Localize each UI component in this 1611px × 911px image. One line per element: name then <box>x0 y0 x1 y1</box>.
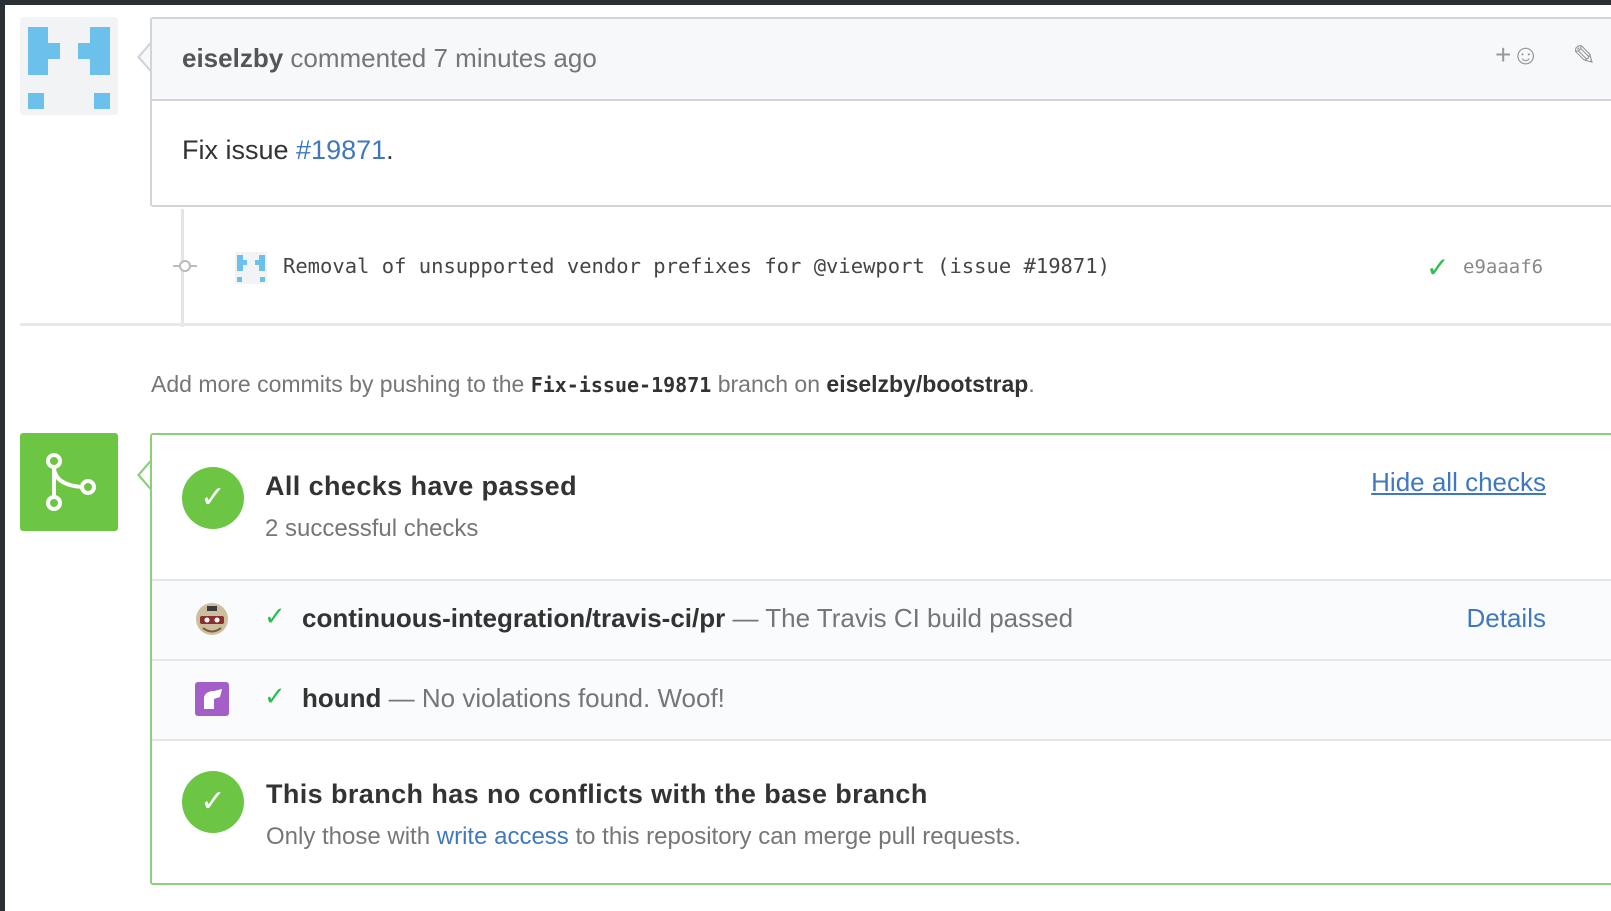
add-reaction-icon[interactable]: +☺ <box>1495 39 1540 71</box>
merge-box: ✓ All checks have passed 2 successful ch… <box>150 433 1611 885</box>
checks-subtitle: 2 successful checks <box>265 515 479 542</box>
status-separator: — <box>725 603 766 633</box>
status-context: hound <box>302 683 382 713</box>
branch-name: Fix-issue-19871 <box>530 373 712 397</box>
status-check-text: continuous-integration/travis-ci/pr — Th… <box>302 603 1073 634</box>
comment-author[interactable]: eiselzby <box>182 43 283 73</box>
travis-ci-icon <box>196 603 228 635</box>
check-icon: ✓ <box>264 681 286 711</box>
hound-icon <box>195 682 229 716</box>
push-note-middle: branch on <box>711 371 827 397</box>
checks-passed-icon: ✓ <box>182 467 244 529</box>
push-note: Add more commits by pushing to the Fix-i… <box>151 371 1035 398</box>
hide-all-checks-link[interactable]: Hide all checks <box>1371 467 1546 498</box>
comment-body-suffix: . <box>386 135 394 165</box>
push-note-prefix: Add more commits by pushing to the <box>151 371 531 397</box>
comment-time[interactable]: 7 minutes ago <box>433 43 596 73</box>
merge-sub-prefix: Only those with <box>266 823 437 850</box>
repo-name: eiselzby/bootstrap <box>826 371 1029 397</box>
commit-message[interactable]: Removal of unsupported vendor prefixes f… <box>283 254 1110 278</box>
details-link[interactable]: Details <box>1467 603 1546 634</box>
git-merge-icon <box>20 433 118 531</box>
checks-title: All checks have passed <box>265 471 577 501</box>
comment-action: commented <box>290 43 427 73</box>
push-note-suffix: . <box>1028 371 1035 397</box>
status-description: The Travis CI build passed <box>765 603 1074 633</box>
merge-status-title: This branch has no conflicts with the ba… <box>266 779 928 809</box>
status-description: No violations found. Woof! <box>421 683 725 713</box>
commit-author-avatar[interactable] <box>235 252 267 284</box>
status-separator: — <box>381 683 422 713</box>
write-access-link[interactable]: write access <box>437 823 569 850</box>
status-check-row: ✓ hound — No violations found. Woof! <box>152 659 1611 739</box>
check-icon: ✓ <box>264 601 286 631</box>
pull-request-timeline: eiselzby commented 7 minutes ago +☺ ✎ Fi… <box>5 5 1611 911</box>
merge-sub-suffix: to this repository can merge pull reques… <box>568 823 1022 850</box>
commit-icon <box>173 260 197 272</box>
issue-link[interactable]: #19871 <box>296 135 386 165</box>
avatar[interactable] <box>20 17 118 115</box>
comment-meta: eiselzby commented 7 minutes ago <box>182 43 597 74</box>
merge-status-section: ✓ This branch has no conflicts with the … <box>152 739 1611 883</box>
merge-status-subtitle: Only those with write access to this rep… <box>266 823 1021 851</box>
comment-body-text: Fix issue <box>182 135 297 165</box>
status-context: continuous-integration/travis-ci/pr <box>302 603 726 633</box>
pencil-icon[interactable]: ✎ <box>1573 39 1596 72</box>
commit-sha[interactable]: e9aaaf6 <box>1463 256 1543 278</box>
comment-body: Fix issue #19871. <box>182 135 394 166</box>
status-check-row: ✓ continuous-integration/travis-ci/pr — … <box>152 579 1611 659</box>
no-conflicts-icon: ✓ <box>182 771 244 833</box>
comment-box: eiselzby commented 7 minutes ago +☺ ✎ Fi… <box>150 17 1611 207</box>
check-icon[interactable]: ✓ <box>1426 251 1449 284</box>
divider <box>20 323 1611 326</box>
comment-header: eiselzby commented 7 minutes ago +☺ ✎ <box>152 19 1611 101</box>
status-check-text: hound — No violations found. Woof! <box>302 683 725 714</box>
